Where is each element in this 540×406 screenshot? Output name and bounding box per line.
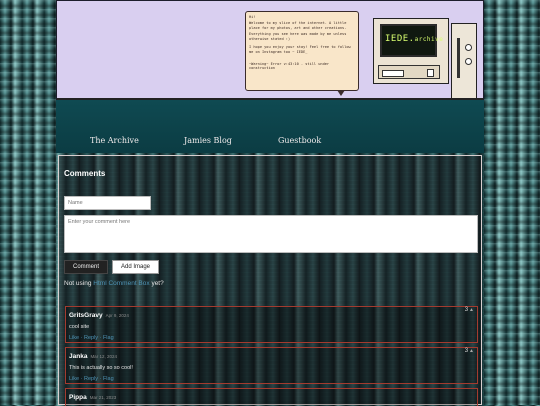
- site-header: Hi! Welcome to my slice of the internet.…: [56, 0, 484, 113]
- comment-item: GritsGravy Apr 9, 2024 cool site Like · R…: [65, 306, 478, 343]
- comment-textarea[interactable]: Enter your comment here: [64, 215, 478, 253]
- tower-button-icon: [465, 58, 472, 65]
- comment-actions: Like · Reply · Flag: [69, 376, 114, 382]
- comment-button[interactable]: Comment: [64, 260, 108, 274]
- computer-monitor-icon: IEDE.archive: [373, 18, 449, 84]
- drive-bay-icon: [457, 38, 460, 78]
- speech-line: Everything you see here was made by me u…: [249, 31, 347, 41]
- not-using-note: Not using Html Comment Box yet?: [64, 280, 164, 287]
- screen-title: IEDE.archive: [385, 34, 444, 44]
- comment-item: Pippa Mar 21, 2023: [65, 388, 478, 406]
- reply-link[interactable]: Reply: [84, 376, 98, 382]
- comment-date: Mar 12, 2024: [90, 354, 117, 359]
- monitor-screen: IEDE.archive: [380, 24, 443, 57]
- flag-link[interactable]: Flag: [103, 335, 114, 341]
- background-water-left: [0, 0, 56, 405]
- comment-author: GritsGravy Apr 9, 2024: [69, 312, 129, 319]
- thumbs-up-icon: ▲: [469, 348, 474, 354]
- background-water-right: [484, 0, 540, 405]
- speech-line: Welcome to my slice of the internet. A l…: [249, 21, 347, 30]
- disk-slot-icon: [382, 70, 404, 77]
- speech-tail-icon: [337, 90, 345, 96]
- comment-text: cool site: [69, 324, 90, 330]
- comment-item: Janka Mar 12, 2024 This is actually so so…: [65, 347, 478, 384]
- comment-date: Apr 9, 2024: [105, 313, 129, 318]
- vote-count[interactable]: 3▲: [465, 307, 474, 313]
- page-container: Hi! Welcome to my slice of the internet.…: [56, 0, 484, 406]
- power-knob-icon: [427, 69, 434, 77]
- name-input[interactable]: Name: [64, 196, 151, 210]
- comment-date: Mar 21, 2023: [89, 395, 117, 400]
- tower-button-icon: [465, 44, 472, 51]
- nav-item-blog[interactable]: Jamies Blog: [184, 136, 232, 145]
- welcome-speech-bubble: Hi! Welcome to my slice of the internet.…: [245, 11, 359, 91]
- reply-link[interactable]: Reply: [84, 335, 98, 341]
- comments-title: Comments: [64, 169, 106, 178]
- nav-item-archive[interactable]: The Archive: [90, 136, 139, 145]
- html-comment-box-link[interactable]: Html Comment Box: [93, 280, 149, 287]
- add-image-button[interactable]: Add Image: [112, 260, 159, 274]
- comment-actions: Like · Reply · Flag: [69, 335, 114, 341]
- comments-panel: Comments Name Enter your comment here Co…: [58, 155, 482, 406]
- like-link[interactable]: Like: [69, 335, 79, 341]
- comment-author: Janka Mar 12, 2024: [69, 353, 117, 360]
- thumbs-up-icon: ▲: [469, 307, 474, 313]
- like-link[interactable]: Like: [69, 376, 79, 382]
- vote-count[interactable]: 3▲: [465, 348, 474, 354]
- speech-line: I hope you enjoy your stay! Feel free to…: [249, 45, 351, 54]
- main-nav: The Archive Jamies Blog Guestbook: [56, 100, 484, 153]
- nav-item-guestbook[interactable]: Guestbook: [278, 136, 321, 145]
- flag-link[interactable]: Flag: [103, 376, 114, 382]
- comment-author: Pippa Mar 21, 2023: [69, 394, 117, 401]
- speech-line: ~Warning~ Error v:43:10 - still under co…: [249, 61, 330, 71]
- speech-line: Hi!: [249, 15, 256, 19]
- monitor-base: [378, 65, 440, 79]
- comment-text: This is actually so so cool!: [69, 365, 133, 371]
